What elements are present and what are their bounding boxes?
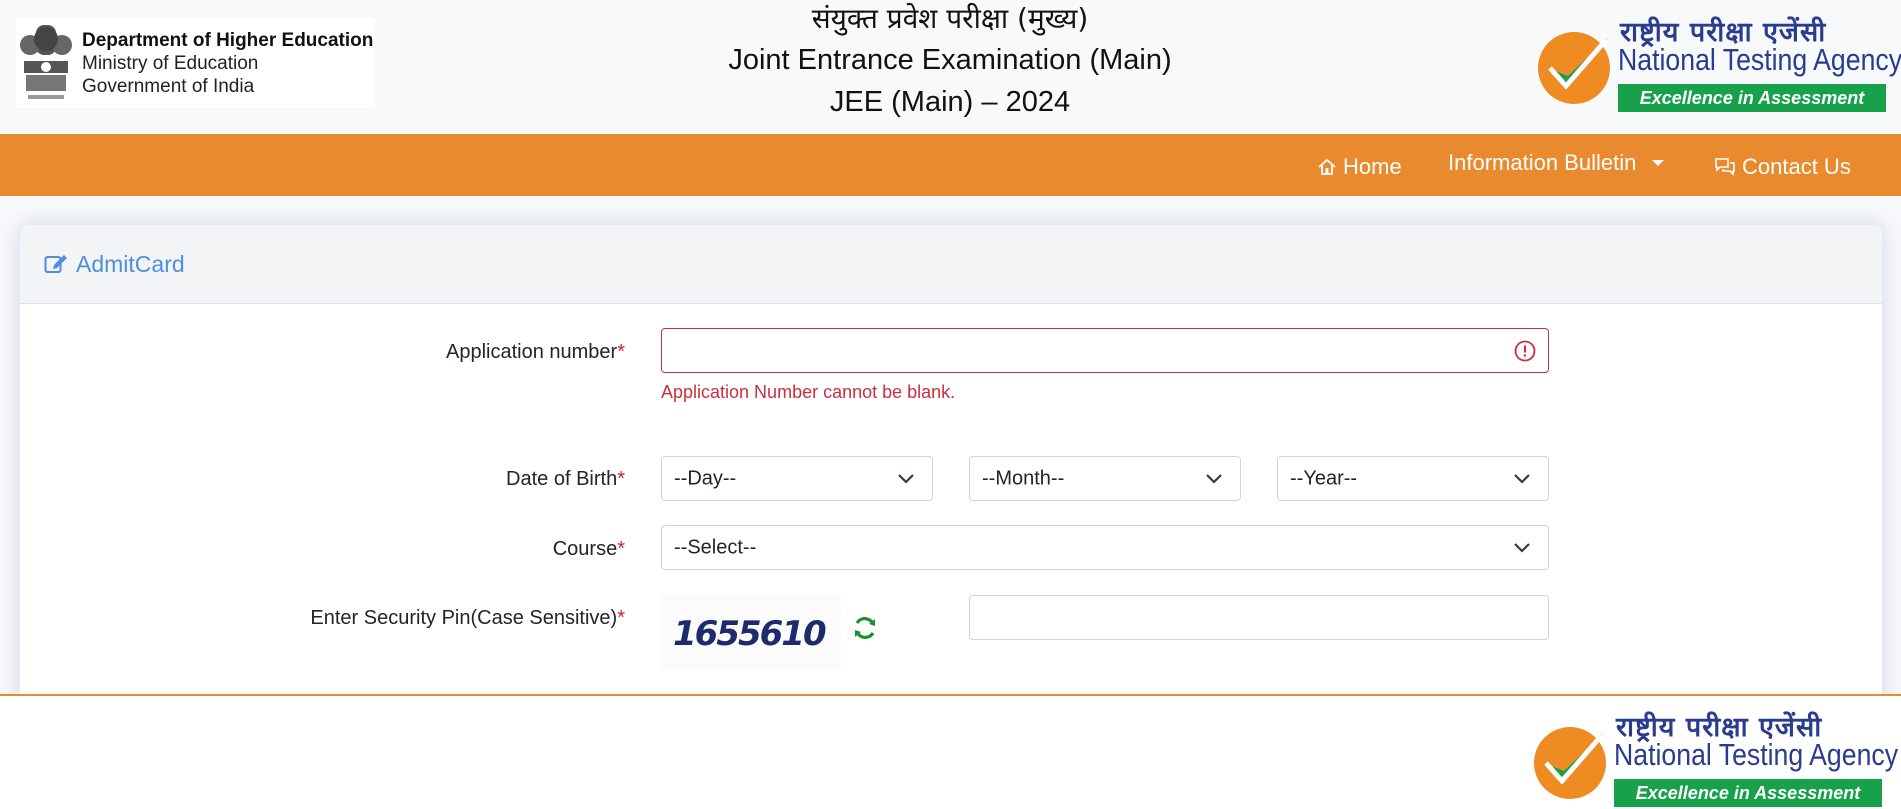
title-year: JEE (Main) – 2024 (829, 86, 1071, 118)
refresh-icon[interactable] (852, 615, 878, 641)
dob-year-value: --Year-- (1290, 467, 1358, 489)
title-hindi: संयुक्त प्रवेश परीक्षा (मुख्य) (811, 2, 1089, 35)
caret-down-icon (1652, 160, 1665, 166)
title-english: Joint Entrance Examination (Main) (728, 44, 1172, 76)
chevron-down-icon (898, 473, 914, 484)
dob-day-value: --Day-- (674, 467, 737, 489)
edit-icon (44, 255, 67, 273)
course-value: --Select-- (674, 536, 757, 558)
required-mark: * (617, 607, 625, 629)
chevron-down-icon (1514, 542, 1530, 553)
security-pin-input[interactable] (969, 595, 1549, 640)
national-emblem-icon (20, 25, 72, 99)
footer-nta-english-name: National Testing Agency (1614, 737, 1899, 772)
security-pin-label-text: Enter Security Pin(Case Sensitive) (310, 607, 618, 629)
nav-contact-link[interactable]: Contact Us (1714, 154, 1851, 180)
chat-icon (1715, 158, 1735, 176)
nta-check-icon (1538, 32, 1610, 104)
nta-tagline: Excellence in Assessment (1618, 84, 1886, 112)
security-pin-label: Enter Security Pin(Case Sensitive)* (310, 607, 625, 630)
department-logo-block: Department of Higher Education Ministry … (16, 18, 375, 108)
dob-day-select[interactable]: --Day-- (661, 456, 933, 501)
dept-name: Department of Higher Education (82, 29, 374, 51)
application-number-error: Application Number cannot be blank. (661, 382, 956, 402)
dob-label-text: Date of Birth (506, 468, 618, 490)
main-navbar: Home Information Bulletin Contact Us (0, 134, 1901, 196)
required-mark: * (617, 341, 625, 363)
captcha-text: 1655610 (673, 614, 827, 654)
dob-label: Date of Birth* (506, 468, 625, 491)
ministry-name: Ministry of Education (82, 52, 259, 74)
home-icon (1318, 158, 1336, 175)
error-icon (1514, 340, 1536, 362)
nav-information-bulletin-dropdown[interactable]: Information Bulletin (1448, 150, 1665, 176)
dob-month-value: --Month-- (982, 467, 1065, 489)
chevron-down-icon (1206, 473, 1222, 484)
nav-contact-label: Contact Us (1742, 154, 1851, 179)
footer-nta-tagline: Excellence in Assessment (1614, 779, 1882, 807)
nav-bulletin-label: Information Bulletin (1448, 150, 1637, 175)
nta-english-name: National Testing Agency (1618, 42, 1901, 77)
course-select[interactable]: --Select-- (661, 525, 1549, 570)
chevron-down-icon (1514, 473, 1530, 484)
application-number-label-text: Application number (445, 341, 618, 363)
nav-home-label: Home (1343, 154, 1402, 179)
dob-year-select[interactable]: --Year-- (1277, 456, 1549, 501)
application-number-input[interactable] (661, 328, 1549, 373)
captcha-image: 1655610 (661, 594, 841, 670)
application-number-label: Application number* (446, 341, 625, 364)
government-name: Government of India (82, 75, 255, 97)
course-label-text: Course (552, 538, 618, 560)
page-header: Department of Higher Education Ministry … (0, 0, 1901, 134)
nta-logo: राष्ट्रीय परीक्षा एजेंसी National Testin… (1532, 12, 1901, 116)
dob-month-select[interactable]: --Month-- (969, 456, 1241, 501)
footer-nta-logo: राष्ट्रीय परीक्षा एजेंसी National Testin… (1528, 707, 1898, 809)
nta-check-icon (1534, 727, 1606, 799)
card-title: AdmitCard (76, 250, 185, 277)
required-mark: * (617, 468, 625, 490)
required-mark: * (617, 538, 625, 560)
exam-titles: संयुक्त प्रवेश परीक्षा (मुख्य) Joint Ent… (640, 0, 1260, 122)
card-header: AdmitCard (20, 225, 1882, 304)
nav-home-link[interactable]: Home (1317, 154, 1402, 180)
course-label: Course* (553, 538, 625, 561)
